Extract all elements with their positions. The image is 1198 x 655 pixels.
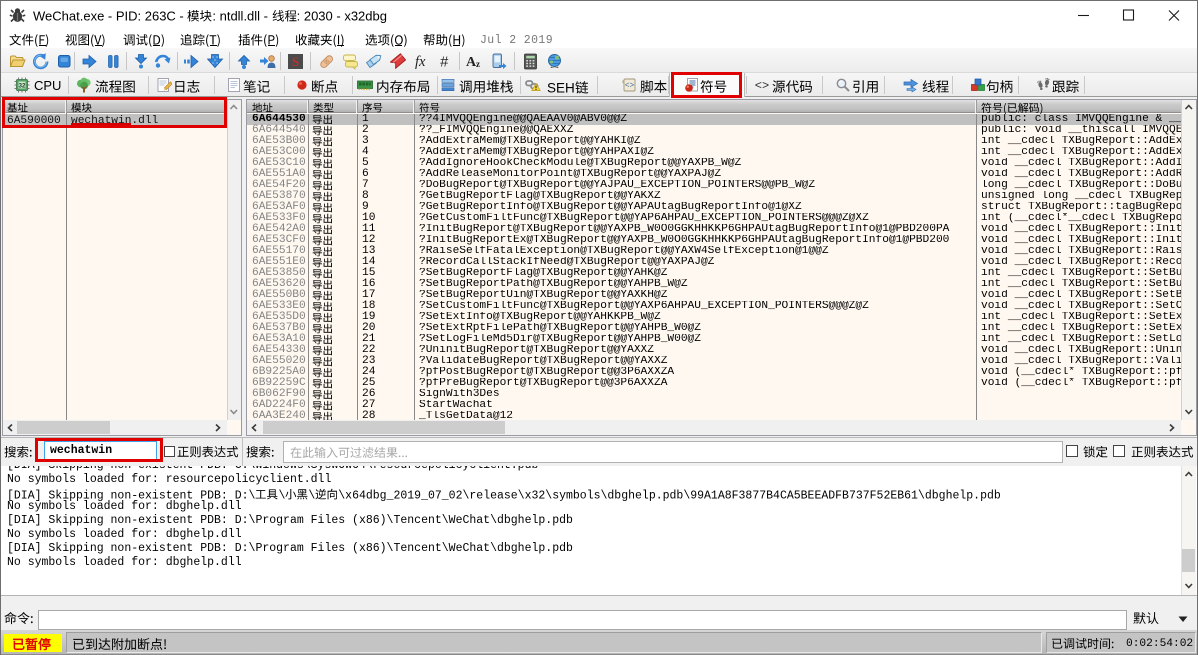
svg-text:<>: <> (625, 82, 635, 91)
svg-text:<>: <> (755, 79, 769, 93)
svg-text:fx: fx (415, 54, 426, 70)
svg-text:S: S (292, 54, 299, 69)
svg-text:32: 32 (19, 84, 26, 90)
svg-text:z: z (476, 59, 480, 69)
svg-text:#: # (440, 55, 449, 71)
